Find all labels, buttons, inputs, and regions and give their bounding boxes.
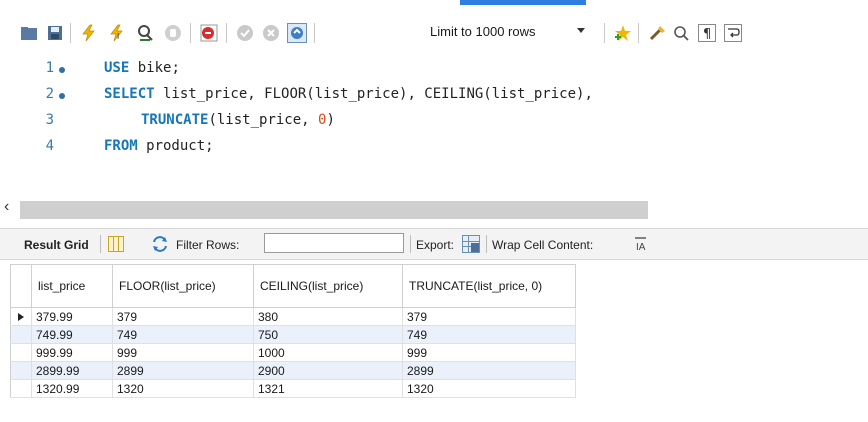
code-text: FROM product; xyxy=(104,138,214,154)
sql-editor[interactable]: 1 USE bike; 2 SELECT list_price, FLOOR(l… xyxy=(0,56,868,196)
limit-rows-select[interactable]: Limit to 1000 rows xyxy=(424,22,596,42)
autocommit-toggle-icon[interactable] xyxy=(286,22,308,44)
statement-marker-icon xyxy=(59,67,65,73)
limit-rows-label: Limit to 1000 rows xyxy=(430,24,536,39)
toolbar-separator xyxy=(100,235,101,253)
refresh-arrows-icon[interactable] xyxy=(152,236,168,257)
filter-rows-label: Filter Rows: xyxy=(176,238,240,252)
svg-text:I: I xyxy=(117,32,119,41)
table-cell[interactable]: 379 xyxy=(402,307,576,326)
code-text: USE bike; xyxy=(104,60,180,76)
table-row[interactable]: 379.99 379 380 379 xyxy=(10,307,576,326)
open-folder-icon[interactable] xyxy=(18,22,40,44)
sql-editor-toolbar: I Limit to 1000 rows ¶ xyxy=(0,14,868,50)
table-cell[interactable]: 2899.99 xyxy=(31,361,113,380)
row-indicator xyxy=(10,325,32,344)
toolbar-separator xyxy=(410,235,411,253)
toolbar-separator xyxy=(190,23,191,43)
toggle-error-icon[interactable] xyxy=(198,22,220,44)
column-header[interactable]: list_price xyxy=(31,264,113,308)
scroll-left-icon[interactable]: ‹ xyxy=(4,198,9,216)
commit-icon[interactable] xyxy=(234,22,256,44)
table-cell[interactable]: 2899 xyxy=(112,361,254,380)
line-number: 4 xyxy=(45,138,54,154)
result-grid-tab[interactable]: Result Grid xyxy=(24,238,89,252)
invisible-chars-icon[interactable]: ¶ xyxy=(696,22,718,44)
toolbar-separator xyxy=(604,23,605,43)
table-cell[interactable]: 999 xyxy=(402,343,576,362)
toolbar-separator xyxy=(486,235,487,253)
table-cell[interactable]: 379 xyxy=(112,307,254,326)
table-cell[interactable]: 750 xyxy=(253,325,403,344)
save-icon[interactable] xyxy=(44,22,66,44)
toolbar-separator xyxy=(314,23,315,43)
stop-icon[interactable] xyxy=(162,22,184,44)
line-number: 2 xyxy=(45,86,54,102)
table-cell[interactable]: 1000 xyxy=(253,343,403,362)
table-cell[interactable]: 379.99 xyxy=(31,307,113,326)
export-label: Export: xyxy=(416,238,455,252)
active-tab-indicator xyxy=(460,0,586,5)
wrap-cell-content-label: Wrap Cell Content: xyxy=(492,238,594,252)
table-header-row: list_price FLOOR(list_price) CEILING(lis… xyxy=(10,264,576,308)
table-row[interactable]: 1320.99 1320 1321 1320 xyxy=(10,379,576,398)
top-strip xyxy=(0,0,868,6)
result-toolbar: Result Grid Filter Rows: Export: Wrap Ce… xyxy=(0,228,868,260)
table-cell[interactable]: 380 xyxy=(253,307,403,326)
code-text: TRUNCATE(list_price, 0) xyxy=(141,112,335,128)
execute-lightning-icon[interactable] xyxy=(78,22,100,44)
line-number: 3 xyxy=(45,112,54,128)
toolbar-separator xyxy=(638,23,639,43)
table-cell[interactable]: 749.99 xyxy=(31,325,113,344)
statement-marker-icon xyxy=(59,93,65,99)
table-row[interactable]: 2899.99 2899 2900 2899 xyxy=(10,361,576,380)
wrap-cell-icon[interactable]: IA xyxy=(634,236,650,257)
table-cell[interactable]: 2899 xyxy=(402,361,576,380)
word-wrap-icon[interactable] xyxy=(722,22,744,44)
table-cell[interactable]: 1321 xyxy=(253,379,403,398)
toolbar-separator xyxy=(226,23,227,43)
table-row[interactable]: 999.99 999 1000 999 xyxy=(10,343,576,362)
explain-magnifier-icon[interactable] xyxy=(134,22,156,44)
export-icon[interactable] xyxy=(462,235,480,258)
current-row-indicator-icon xyxy=(10,307,32,326)
table-cell[interactable]: 749 xyxy=(112,325,254,344)
table-cell[interactable]: 1320 xyxy=(402,379,576,398)
column-header[interactable]: CEILING(list_price) xyxy=(253,264,403,308)
editor-horizontal-scrollbar[interactable]: ‹ xyxy=(0,198,868,219)
svg-text:¶: ¶ xyxy=(703,27,711,42)
grid-view-icon[interactable] xyxy=(108,236,124,257)
execute-current-lightning-icon[interactable]: I xyxy=(106,22,128,44)
rollback-icon[interactable] xyxy=(260,22,282,44)
filter-rows-input[interactable] xyxy=(264,233,404,253)
code-text: SELECT list_price, FLOOR(list_price), CE… xyxy=(104,86,593,102)
table-cell[interactable]: 2900 xyxy=(253,361,403,380)
column-header[interactable]: FLOOR(list_price) xyxy=(112,264,254,308)
find-magnifier-icon[interactable] xyxy=(670,22,692,44)
line-number: 1 xyxy=(45,60,54,76)
row-indicator xyxy=(10,379,32,398)
svg-text:IA: IA xyxy=(636,242,646,252)
row-indicator-header xyxy=(10,264,32,308)
table-cell[interactable]: 1320 xyxy=(112,379,254,398)
table-row[interactable]: 749.99 749 750 749 xyxy=(10,325,576,344)
result-grid-table[interactable]: list_price FLOOR(list_price) CEILING(lis… xyxy=(10,264,576,398)
row-indicator xyxy=(10,361,32,380)
beautify-brush-icon[interactable] xyxy=(646,22,668,44)
table-cell[interactable]: 999.99 xyxy=(31,343,113,362)
add-snippet-star-icon[interactable] xyxy=(612,22,634,44)
table-cell[interactable]: 1320.99 xyxy=(31,379,113,398)
row-indicator xyxy=(10,343,32,362)
toolbar-separator xyxy=(70,23,71,43)
column-header[interactable]: TRUNCATE(list_price, 0) xyxy=(402,264,576,308)
scrollbar-thumb[interactable] xyxy=(20,201,648,219)
table-cell[interactable]: 749 xyxy=(402,325,576,344)
chevron-down-icon xyxy=(577,28,585,33)
table-cell[interactable]: 999 xyxy=(112,343,254,362)
